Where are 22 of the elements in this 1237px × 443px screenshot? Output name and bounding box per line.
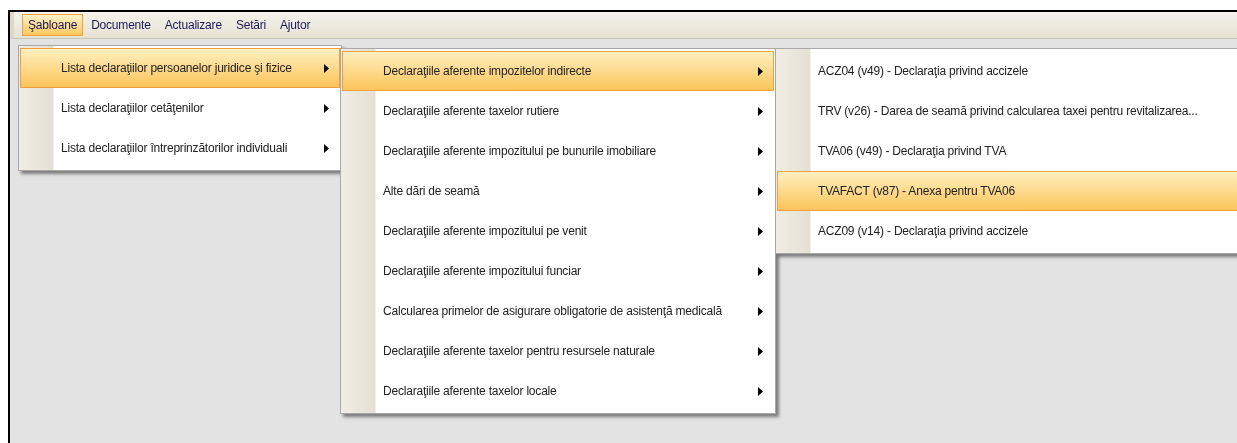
menu-bar-item[interactable]: Şabloane bbox=[22, 14, 84, 36]
menu-item[interactable]: Calcularea primelor de asigurare obligatorie de asistenţă medicală bbox=[342, 291, 774, 331]
menu-item[interactable]: Declaraţiile aferente impozitului pe venit bbox=[342, 211, 774, 251]
menu-item[interactable]: TVA06 (v49) - Declaraţia privind TVA bbox=[777, 131, 1237, 171]
menu-bar-item[interactable]: Documente bbox=[85, 14, 157, 36]
menu-item[interactable]: Declaraţiile aferente impozitului pe bunurile imobiliare bbox=[342, 131, 774, 171]
menu-bar-item[interactable]: Actualizare bbox=[158, 14, 228, 36]
menu-item[interactable]: Declaraţiile aferente taxelor pentru resursele naturale bbox=[342, 331, 774, 371]
menu-item[interactable]: TVAFACT (v87) - Anexa pentru TVA06 bbox=[777, 171, 1237, 211]
menu-item[interactable]: Declaraţiile aferente impozitelor indirecte bbox=[342, 51, 774, 91]
menu-bar-item[interactable]: Ajutor bbox=[274, 14, 317, 36]
menu-item[interactable]: TRV (v26) - Darea de seamă privind calcularea taxei pentru revitalizarea... bbox=[777, 91, 1237, 131]
menu-item[interactable]: Lista declaraţiilor persoanelor juridice şi fizice bbox=[20, 48, 340, 88]
menu-item[interactable]: ACZ09 (v14) - Declaraţia privind accizele bbox=[777, 211, 1237, 251]
menu-item[interactable]: Alte dări de seamă bbox=[342, 171, 774, 211]
menu-item[interactable]: Lista declaraţiilor întreprinzătorilor individuali bbox=[20, 128, 340, 168]
menu-item[interactable]: Lista declaraţiilor cetăţenilor bbox=[20, 88, 340, 128]
menu-item[interactable]: Declaraţiile aferente taxelor rutiere bbox=[342, 91, 774, 131]
menu-item[interactable]: Declaraţiile aferente impozitului funciar bbox=[342, 251, 774, 291]
menu-bar-item[interactable]: Setări bbox=[229, 14, 273, 36]
menu-item[interactable]: ACZ04 (v49) - Declaraţia privind accizele bbox=[777, 51, 1237, 91]
menu-item[interactable]: Declaraţiile aferente taxelor locale bbox=[342, 371, 774, 411]
